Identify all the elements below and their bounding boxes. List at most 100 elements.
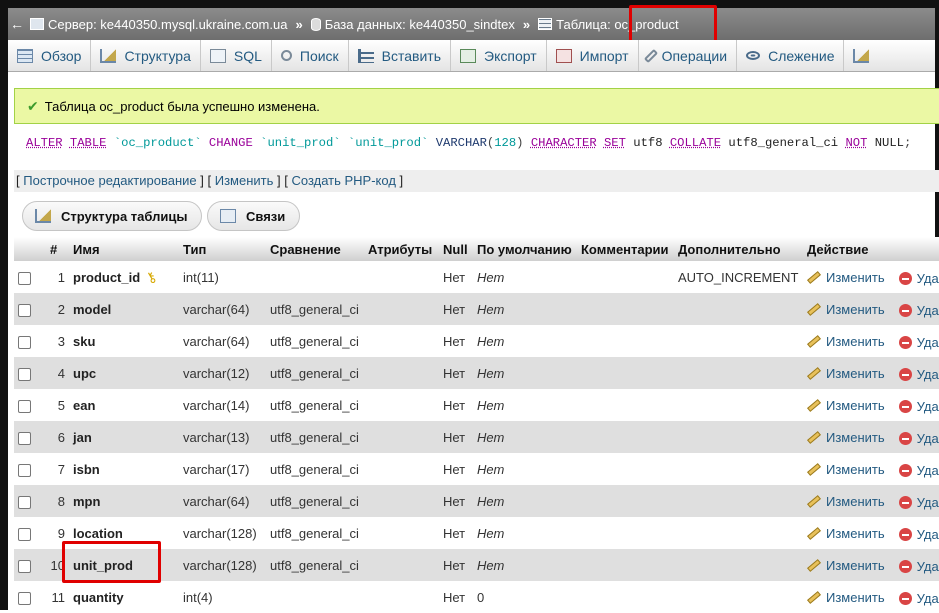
edit-column-button[interactable]: Изменить: [807, 590, 885, 605]
sql-keyword[interactable]: NOT: [845, 136, 867, 150]
back-arrow-icon[interactable]: ←: [8, 16, 26, 32]
breadcrumb-server-label[interactable]: Сервер: ke440350.mysql.ukraine.com.ua: [48, 17, 287, 32]
header-null[interactable]: Null: [439, 237, 473, 261]
inline-edit-link[interactable]: Построчное редактирование: [23, 173, 196, 188]
drop-column-button[interactable]: Удалить: [898, 463, 939, 478]
row-extra: [674, 581, 803, 613]
table-row[interactable]: 5 ean varchar(14) utf8_general_ci Нет Нет Изме…: [14, 389, 939, 421]
row-checkbox[interactable]: [18, 591, 31, 605]
header-type[interactable]: Тип: [179, 237, 266, 261]
breadcrumb: ← Сервер: ke440350.mysql.ukraine.com.ua …: [8, 8, 935, 40]
edit-column-button[interactable]: Изменить: [807, 526, 885, 541]
row-checkbox-cell: [14, 389, 46, 421]
row-extra: [674, 549, 803, 581]
drop-column-label: Удалить: [916, 303, 939, 319]
table-row[interactable]: 3 sku varchar(64) utf8_general_ci Нет Нет Изме…: [14, 325, 939, 357]
row-null: Нет: [439, 325, 473, 357]
edit-column-button[interactable]: Изменить: [807, 334, 885, 349]
sql-keyword[interactable]: COLLATE: [670, 136, 721, 150]
tab-more[interactable]: [844, 40, 878, 71]
edit-column-button[interactable]: Изменить: [807, 366, 885, 381]
tab-sql[interactable]: SQL: [201, 40, 272, 71]
header-extra[interactable]: Дополнительно: [674, 237, 803, 261]
header-attributes[interactable]: Атрибуты: [364, 237, 439, 261]
table-row[interactable]: 4 upc varchar(12) utf8_general_ci Нет Нет Изме…: [14, 357, 939, 389]
sql-keyword[interactable]: ALTER: [26, 136, 63, 150]
row-name: location: [73, 525, 123, 541]
table-row[interactable]: 8 mpn varchar(64) utf8_general_ci Нет Нет Изме…: [14, 485, 939, 517]
row-comments: [577, 389, 674, 421]
row-checkbox[interactable]: [18, 495, 31, 509]
tab-search[interactable]: Поиск: [272, 40, 349, 71]
table-row[interactable]: 2 model varchar(64) utf8_general_ci Нет Нет Из…: [14, 293, 939, 325]
edit-column-button[interactable]: Изменить: [807, 398, 885, 413]
header-default[interactable]: По умолчанию: [473, 237, 577, 261]
header-collation[interactable]: Сравнение: [266, 237, 364, 261]
row-name: ean: [73, 397, 96, 413]
edit-column-button[interactable]: Изменить: [807, 270, 885, 285]
drop-icon: [898, 432, 912, 446]
breadcrumb-database-label[interactable]: База данных: ke440350_sindtex: [325, 17, 515, 32]
row-checkbox[interactable]: [18, 271, 31, 285]
row-checkbox[interactable]: [18, 463, 31, 477]
table-row[interactable]: 1 product_id ⚷ int(11) Нет Нет AUTO_INCREMENT И…: [14, 261, 939, 293]
drop-column-label: Удалить: [916, 399, 939, 415]
row-type: varchar(64): [179, 485, 266, 517]
row-type: varchar(128): [179, 549, 266, 581]
drop-column-button[interactable]: Удалить: [898, 303, 939, 319]
create-php-link[interactable]: Создать PHP-код: [291, 173, 395, 188]
row-checkbox[interactable]: [18, 527, 31, 541]
row-comments: [577, 549, 674, 581]
row-checkbox[interactable]: [18, 367, 31, 381]
breadcrumb-database[interactable]: База данных: ke440350_sindtex: [307, 17, 519, 32]
row-comments: [577, 293, 674, 325]
row-collation: utf8_general_ci: [266, 325, 364, 357]
tab-tracking[interactable]: Слежение: [737, 40, 845, 71]
tab-browse[interactable]: Обзор: [8, 40, 92, 71]
tab-import[interactable]: Импорт: [547, 40, 639, 71]
drop-column-button[interactable]: Удалить: [898, 495, 939, 510]
row-name-cell: model: [69, 293, 179, 325]
drop-column-button[interactable]: Удалить: [898, 559, 939, 574]
tab-operations[interactable]: Операции: [639, 40, 738, 71]
table-row[interactable]: 7 isbn varchar(17) utf8_general_ci Нет Нет Изм…: [14, 453, 939, 485]
row-actions: Изменить Удалить: [803, 549, 939, 581]
row-num: 1: [46, 261, 69, 293]
relations-button[interactable]: Связи: [207, 201, 300, 231]
table-row[interactable]: 11quantity int(4) Нет0 Изменить Удалить: [14, 581, 939, 613]
header-comments[interactable]: Комментарии: [577, 237, 674, 261]
breadcrumb-server[interactable]: Сервер: ke440350.mysql.ukraine.com.ua: [26, 17, 291, 32]
row-attributes: [364, 357, 439, 389]
edit-column-button[interactable]: Изменить: [807, 302, 885, 317]
table-row[interactable]: 6 jan varchar(13) utf8_general_ci Нет Нет Изме…: [14, 421, 939, 453]
drop-column-button[interactable]: Удалить: [898, 271, 939, 286]
drop-column-button[interactable]: Удалить: [898, 399, 939, 415]
row-checkbox[interactable]: [18, 335, 31, 349]
table-structure-button[interactable]: Структура таблицы: [22, 201, 202, 231]
row-checkbox-cell: [14, 549, 46, 581]
row-checkbox[interactable]: [18, 559, 31, 573]
edit-query-link[interactable]: Изменить: [215, 173, 274, 188]
drop-column-button[interactable]: Удалить: [898, 527, 939, 542]
drop-column-button[interactable]: Удалить: [898, 431, 939, 446]
row-checkbox[interactable]: [18, 431, 31, 445]
edit-column-button[interactable]: Изменить: [807, 430, 885, 445]
drop-column-button[interactable]: Удалить: [898, 591, 939, 606]
sql-keyword[interactable]: CHARACTER: [531, 136, 597, 150]
tab-tracking-label: Слежение: [768, 47, 835, 64]
drop-column-button[interactable]: Удалить: [898, 335, 939, 350]
sql-keyword[interactable]: SET: [604, 136, 626, 150]
tab-insert[interactable]: Вставить: [349, 40, 452, 71]
tab-export[interactable]: Экспорт: [451, 40, 547, 71]
edit-column-button[interactable]: Изменить: [807, 558, 885, 573]
sql-keyword[interactable]: TABLE: [70, 136, 107, 150]
header-name[interactable]: Имя: [69, 237, 179, 261]
row-checkbox[interactable]: [18, 399, 31, 413]
row-checkbox[interactable]: [18, 303, 31, 317]
insert-icon: [357, 48, 374, 63]
edit-column-button[interactable]: Изменить: [807, 494, 885, 509]
drop-column-button[interactable]: Удалить: [898, 367, 939, 382]
edit-column-button[interactable]: Изменить: [807, 462, 885, 477]
row-num: 11: [46, 581, 69, 613]
tab-structure[interactable]: Структура: [91, 40, 201, 71]
